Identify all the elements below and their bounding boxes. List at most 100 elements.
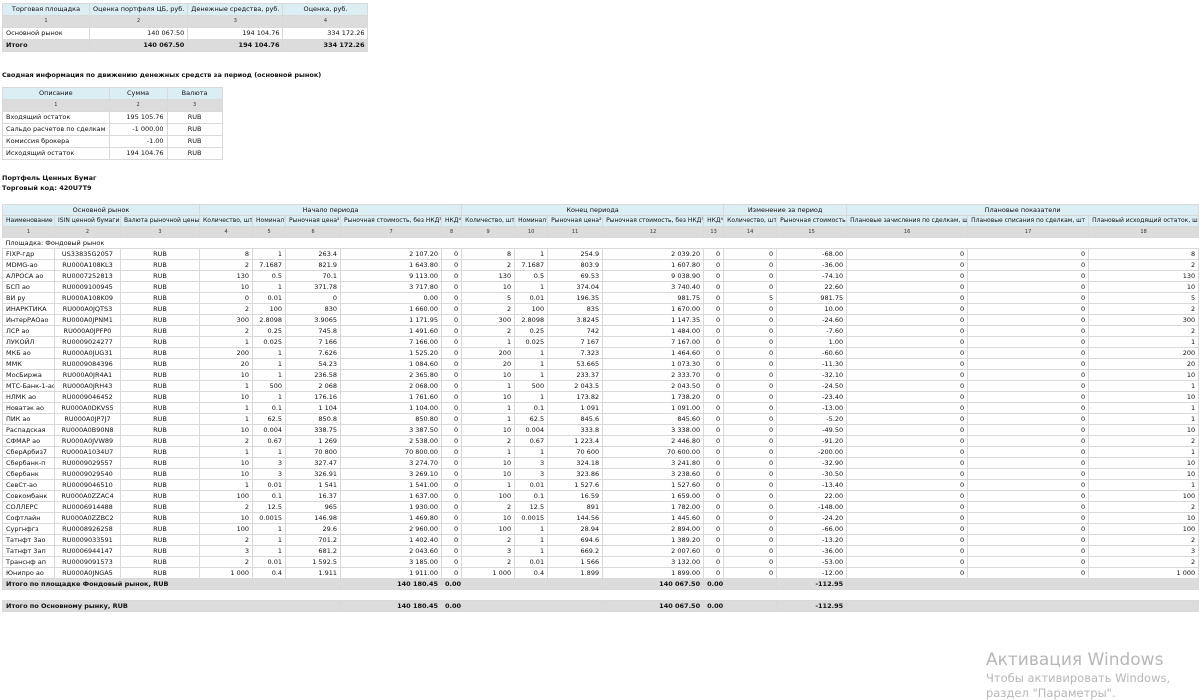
column-header: Количество, шт xyxy=(199,215,254,227)
market-total-row: Итого по Основному рынку, RUB 140 180.45… xyxy=(1,600,1199,612)
table-cell: 1 469.80 xyxy=(340,512,443,524)
cash-flow-table: Описание Сумма Валюта 123 Входящий остаток… xyxy=(2,87,223,160)
table-cell: -24.20 xyxy=(776,512,848,524)
table-cell: 8 xyxy=(461,248,516,260)
table-cell: 7 166 xyxy=(285,336,342,348)
watermark-line-1: Чтобы активировать Windows, xyxy=(986,671,1171,685)
table-cell: MDMG-ао xyxy=(2,259,55,271)
table-cell: 196.35 xyxy=(547,292,604,304)
table-cell: RU0009024277 xyxy=(54,336,121,348)
table-cell: 100 xyxy=(1088,490,1199,502)
table-cell: 0 xyxy=(703,259,725,271)
table-cell: 29.6 xyxy=(285,523,342,535)
table-cell: 10 xyxy=(1088,391,1199,403)
table-cell: 0 xyxy=(723,248,778,260)
table-cell: 0 xyxy=(723,479,778,491)
table-cell: 1 659.00 xyxy=(602,490,705,502)
column-header: Плановые зачисления по сделкам, шт xyxy=(846,215,969,227)
table-cell: 0 xyxy=(967,457,1090,469)
table-cell: 0 xyxy=(703,358,725,370)
table-cell: 1 223.4 xyxy=(547,435,604,447)
table-cell: 0 xyxy=(723,413,778,425)
table-cell: 1 xyxy=(199,446,254,458)
table-cell: 1 484.00 xyxy=(602,325,705,337)
table-cell: 194 104.76 xyxy=(187,27,284,40)
table-cell: 0 xyxy=(967,248,1090,260)
table-cell: 2 xyxy=(461,259,516,271)
market-total-change: -112.95 xyxy=(776,600,848,612)
table-cell: 1 xyxy=(199,402,254,414)
table-cell: -24.50 xyxy=(776,380,848,392)
table-cell: 2 xyxy=(1088,501,1199,513)
table-cell: 0 xyxy=(441,270,463,282)
table-cell: 0 xyxy=(703,380,725,392)
table-cell: 1 084.60 xyxy=(340,358,443,370)
table-cell: 0 xyxy=(846,457,969,469)
column-number: 5 xyxy=(252,226,287,238)
table-row: ПИК ао RU000A0JP7J7 RUB 1 62.5 850.8 850.80 0 1 6… xyxy=(2,413,1199,425)
table-row: БСП ао RU0009100945 RUB 10 1 371.78 3 717.80 0 1… xyxy=(2,281,1199,293)
table-cell: 1 xyxy=(252,369,287,381)
table-cell: 1 xyxy=(252,391,287,403)
column-header: Наименование xyxy=(2,215,55,227)
table-cell: ВИ ру xyxy=(2,292,55,304)
table-row: ММК RU0009084396 RUB 20 1 54.23 1 084.60 0 20 1 53… xyxy=(2,358,1199,370)
table-cell: ПИК ао xyxy=(2,413,55,425)
table-row: Сбербанк RU0009029540 RUB 10 3 326.91 3 269.10… xyxy=(2,468,1199,480)
trading-code: Торговый код: 420U7T9 xyxy=(2,184,92,192)
table-row: Софтлайн RU000A0ZZBC2 RUB 10 0.0015 146.98 1 4… xyxy=(2,512,1199,524)
table-cell: 8 xyxy=(199,248,254,260)
table-cell: RU000A0JPNM1 xyxy=(54,314,121,326)
table-cell: RU0006944147 xyxy=(54,545,121,557)
table-cell: 1 xyxy=(514,523,549,535)
table-cell: 0.01 xyxy=(252,556,287,568)
table-cell: 0 xyxy=(441,259,463,271)
table-cell: 1 000 xyxy=(461,567,516,579)
column-number: 2 xyxy=(54,226,121,238)
table-cell: 1 670.00 xyxy=(602,303,705,315)
table-cell: 70 800.00 xyxy=(340,446,443,458)
table-cell: 10 xyxy=(461,391,516,403)
table-cell: 62.5 xyxy=(252,413,287,425)
table-cell: 22.00 xyxy=(776,490,848,502)
table-cell: 0 xyxy=(967,336,1090,348)
table-cell: 2 xyxy=(199,325,254,337)
table-cell: 0.1 xyxy=(514,490,549,502)
table-cell: 0.01 xyxy=(514,556,549,568)
table-row: СОЛЛЕРС RU0006914488 RUB 2 12.5 965 1 930.00 0 2… xyxy=(2,501,1199,513)
table-cell: 891 xyxy=(547,501,604,513)
table-cell: 2 xyxy=(461,435,516,447)
portfolio-table: Основной рынок Начало периода Конец период… xyxy=(1,204,1199,612)
table-cell: 1 xyxy=(252,446,287,458)
table-cell: 7.1687 xyxy=(514,259,549,271)
table-cell: -68.00 xyxy=(776,248,848,260)
table-row: FIXP-гдр US33835G2057 RUB 8 1 263.4 2 107.20 0 8… xyxy=(2,248,1199,260)
column-number: 1 xyxy=(2,99,110,112)
column-number: 17 xyxy=(967,226,1090,238)
table-cell: 0 xyxy=(441,325,463,337)
table-cell: 0 xyxy=(723,468,778,480)
table-cell: 0 xyxy=(723,567,778,579)
table-cell: 1 xyxy=(1088,479,1199,491)
column-number: 3 xyxy=(187,15,284,28)
table-cell: Юнипро ао xyxy=(2,567,55,579)
column-number: 3 xyxy=(119,226,201,238)
section-row: Площадка: Фондовый рынок xyxy=(3,238,1199,249)
table-cell: RUB xyxy=(119,248,201,260)
table-cell: 0 xyxy=(441,468,463,480)
table-cell: СберАрбиз7 xyxy=(2,446,55,458)
table-cell: -30.50 xyxy=(776,468,848,480)
table-cell: 0 xyxy=(703,292,725,304)
table-cell: 0 xyxy=(967,490,1090,502)
table-cell: RU000A0ZZAC4 xyxy=(54,490,121,502)
table-cell: 10 xyxy=(1088,369,1199,381)
table-row: MDMG-ао RU000A108KL3 RUB 2 7.1687 821.9 1 643.… xyxy=(2,259,1199,271)
table-cell: 10 xyxy=(461,512,516,524)
table-cell: 0 xyxy=(703,435,725,447)
table-cell: 1 xyxy=(199,380,254,392)
table-cell: 70 600.00 xyxy=(602,446,705,458)
table-cell: Входящий остаток xyxy=(2,111,110,124)
table-cell: 0 xyxy=(967,534,1090,546)
table-cell: НЛМК ао xyxy=(2,391,55,403)
table-cell: 0.67 xyxy=(252,435,287,447)
